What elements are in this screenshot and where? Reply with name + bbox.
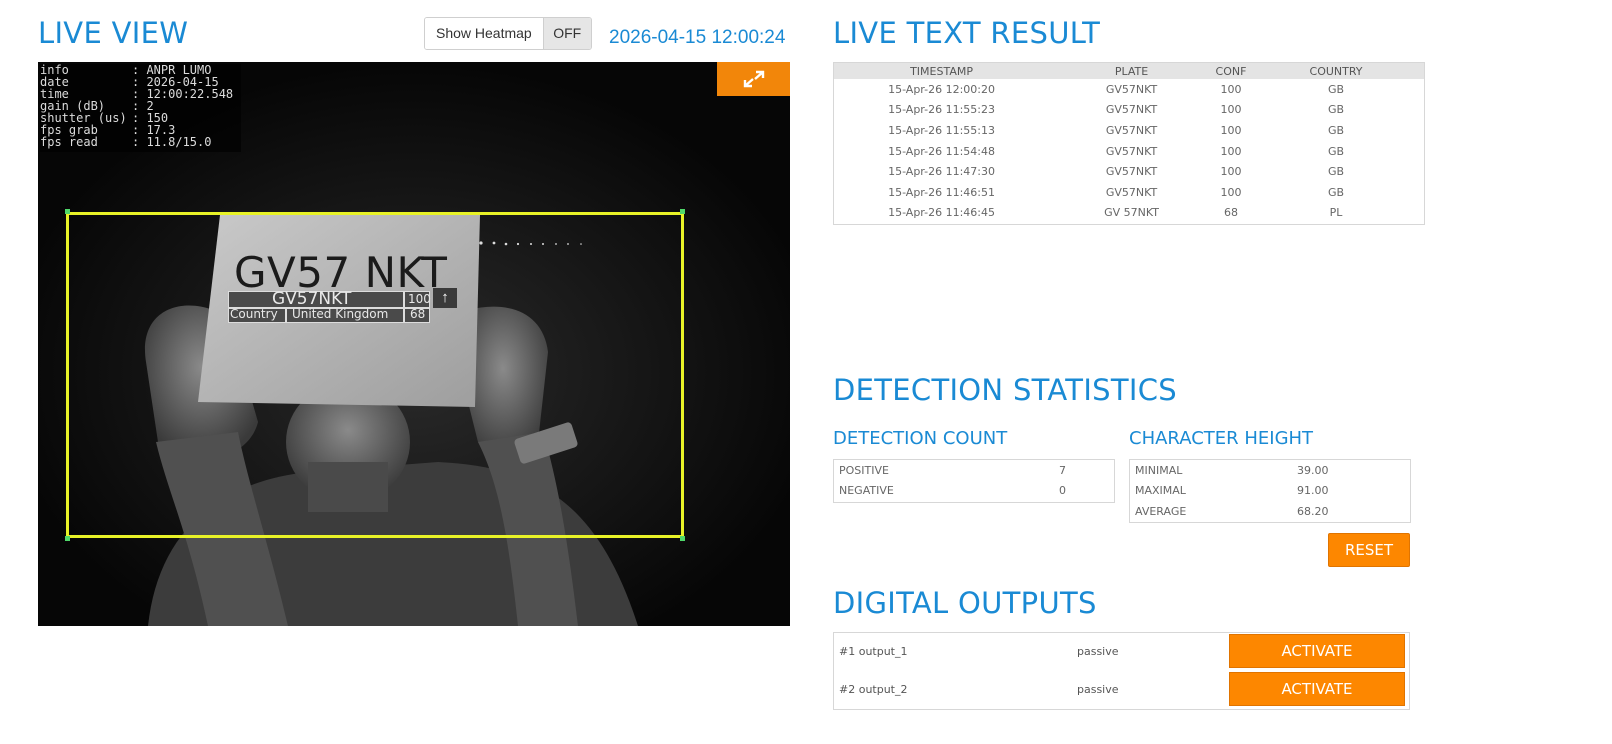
table-row: 15-Apr-26 11:54:48 GV57NKT 100 GB (834, 141, 1424, 162)
cell-country: GB (1328, 103, 1345, 117)
cell-timestamp: 15-Apr-26 11:46:51 (888, 185, 995, 199)
osd-value: : 11.8/15.0 (132, 135, 212, 149)
results-header-row: TIMESTAMP PLATE CONF COUNTRY (834, 63, 1424, 79)
roi-handle-top-left[interactable] (65, 209, 70, 214)
stat-label: POSITIVE (839, 463, 889, 477)
cell-conf: 100 (1220, 103, 1242, 117)
cell-timestamp: 15-Apr-26 12:00:20 (888, 82, 995, 96)
fullscreen-button[interactable] (717, 62, 790, 96)
stat-label: NEGATIVE (839, 484, 894, 498)
table-row: 15-Apr-26 11:47:30 GV57NKT 100 GB (834, 161, 1424, 182)
stat-value: 91.00 (1297, 484, 1329, 498)
live-datetime: 2026-04-15 12:00:24 (609, 27, 786, 48)
character-height-title: CHARACTER HEIGHT (1129, 428, 1314, 449)
stat-value: 39.00 (1297, 463, 1329, 477)
cell-country: GB (1328, 185, 1345, 199)
cell-plate: GV57NKT (1105, 185, 1158, 199)
heatmap-toggle: Show Heatmap OFF (424, 17, 592, 50)
cell-plate: GV57NKT (1105, 123, 1158, 137)
cell-conf: 100 (1220, 144, 1242, 158)
table-row: 15-Apr-26 11:55:23 GV57NKT 100 GB (834, 100, 1424, 121)
output-1-activate-button[interactable]: ACTIVATE (1229, 634, 1405, 668)
output-1-name: #1 output_1 (839, 645, 908, 658)
detection-count-table: POSITIVE 7 NEGATIVE 0 (833, 459, 1115, 503)
table-row: 15-Apr-26 11:46:51 GV57NKT 100 GB (834, 182, 1424, 203)
cell-conf: 100 (1220, 185, 1242, 199)
detection-statistics-title: DETECTION STATISTICS (833, 373, 1178, 407)
roi-handle-bottom-left[interactable] (65, 536, 70, 541)
cell-timestamp: 15-Apr-26 11:47:30 (888, 165, 995, 179)
cell-country: GB (1328, 123, 1345, 137)
cell-timestamp: 15-Apr-26 11:46:45 (888, 206, 995, 220)
cell-plate: GV57NKT (1105, 103, 1158, 117)
cell-conf: 68 (1223, 206, 1238, 220)
cell-conf: 100 (1220, 165, 1242, 179)
stat-row: MAXIMAL 91.00 (1130, 481, 1410, 502)
roi-handle-top-right[interactable] (680, 209, 685, 214)
stat-value: 68.20 (1297, 504, 1329, 518)
table-row: 15-Apr-26 11:46:45 GV 57NKT 68 PL (834, 203, 1424, 224)
detection-count-title: DETECTION COUNT (833, 428, 1008, 449)
cell-plate: GV57NKT (1105, 144, 1158, 158)
heatmap-toggle-label: Show Heatmap (425, 18, 543, 49)
stat-row: POSITIVE 7 (834, 460, 1114, 481)
cell-plate: GV57NKT (1105, 82, 1158, 96)
table-row: 15-Apr-26 11:55:13 GV57NKT 100 GB (834, 120, 1424, 141)
camera-osd-info: info: ANPR LUMO date: 2026-04-15 time: 12:… (40, 64, 242, 152)
reset-button[interactable]: RESET (1328, 533, 1410, 567)
stat-row: AVERAGE 68.20 (1130, 501, 1410, 522)
cell-country: PL (1329, 206, 1343, 220)
heatmap-toggle-button[interactable]: OFF (542, 18, 591, 49)
cell-conf: 100 (1220, 82, 1242, 96)
camera-live-view: GV57 NKT GV57NKT 100 ↑ Country United Ki… (38, 62, 790, 626)
col-timestamp: TIMESTAMP (834, 63, 1050, 79)
roi-handle-bottom-right[interactable] (680, 536, 685, 541)
output-2-name: #2 output_2 (839, 683, 908, 696)
live-results-table: TIMESTAMP PLATE CONF COUNTRY 15-Apr-26 1… (833, 62, 1425, 225)
cell-conf: 100 (1220, 123, 1242, 137)
cell-country: GB (1328, 165, 1345, 179)
cell-country: GB (1328, 144, 1345, 158)
stat-value: 7 (1059, 463, 1066, 477)
detection-region-box[interactable] (65, 209, 685, 541)
output-1-state: passive (1077, 645, 1119, 658)
table-row: 15-Apr-26 12:00:20 GV57NKT 100 GB (834, 79, 1424, 100)
live-text-result-title: LIVE TEXT RESULT (833, 16, 1101, 50)
col-conf: CONF (1213, 63, 1249, 79)
osd-key: fps read (40, 135, 98, 149)
live-view-title: LIVE VIEW (38, 16, 189, 50)
stat-label: MINIMAL (1135, 463, 1183, 477)
cell-timestamp: 15-Apr-26 11:55:13 (888, 123, 995, 137)
cell-plate: GV 57NKT (1104, 206, 1159, 220)
stat-label: AVERAGE (1135, 504, 1187, 518)
col-country: COUNTRY (1248, 63, 1424, 79)
expand-arrows-icon (743, 70, 764, 88)
stat-row: MINIMAL 39.00 (1130, 460, 1410, 481)
cell-timestamp: 15-Apr-26 11:54:48 (888, 144, 995, 158)
output-2-activate-button[interactable]: ACTIVATE (1229, 672, 1405, 706)
cell-country: GB (1328, 82, 1345, 96)
col-plate: PLATE (1049, 63, 1214, 79)
character-height-table: MINIMAL 39.00 MAXIMAL 91.00 AVERAGE 68.20 (1129, 459, 1411, 523)
stat-label: MAXIMAL (1135, 484, 1186, 498)
digital-outputs-title: DIGITAL OUTPUTS (833, 586, 1097, 620)
stat-row: NEGATIVE 0 (834, 481, 1114, 502)
output-2-state: passive (1077, 683, 1119, 696)
cell-timestamp: 15-Apr-26 11:55:23 (888, 103, 995, 117)
osd-row: fps read : 11.8/15.0 (40, 136, 233, 148)
cell-plate: GV57NKT (1105, 165, 1158, 179)
stat-value: 0 (1059, 484, 1066, 498)
